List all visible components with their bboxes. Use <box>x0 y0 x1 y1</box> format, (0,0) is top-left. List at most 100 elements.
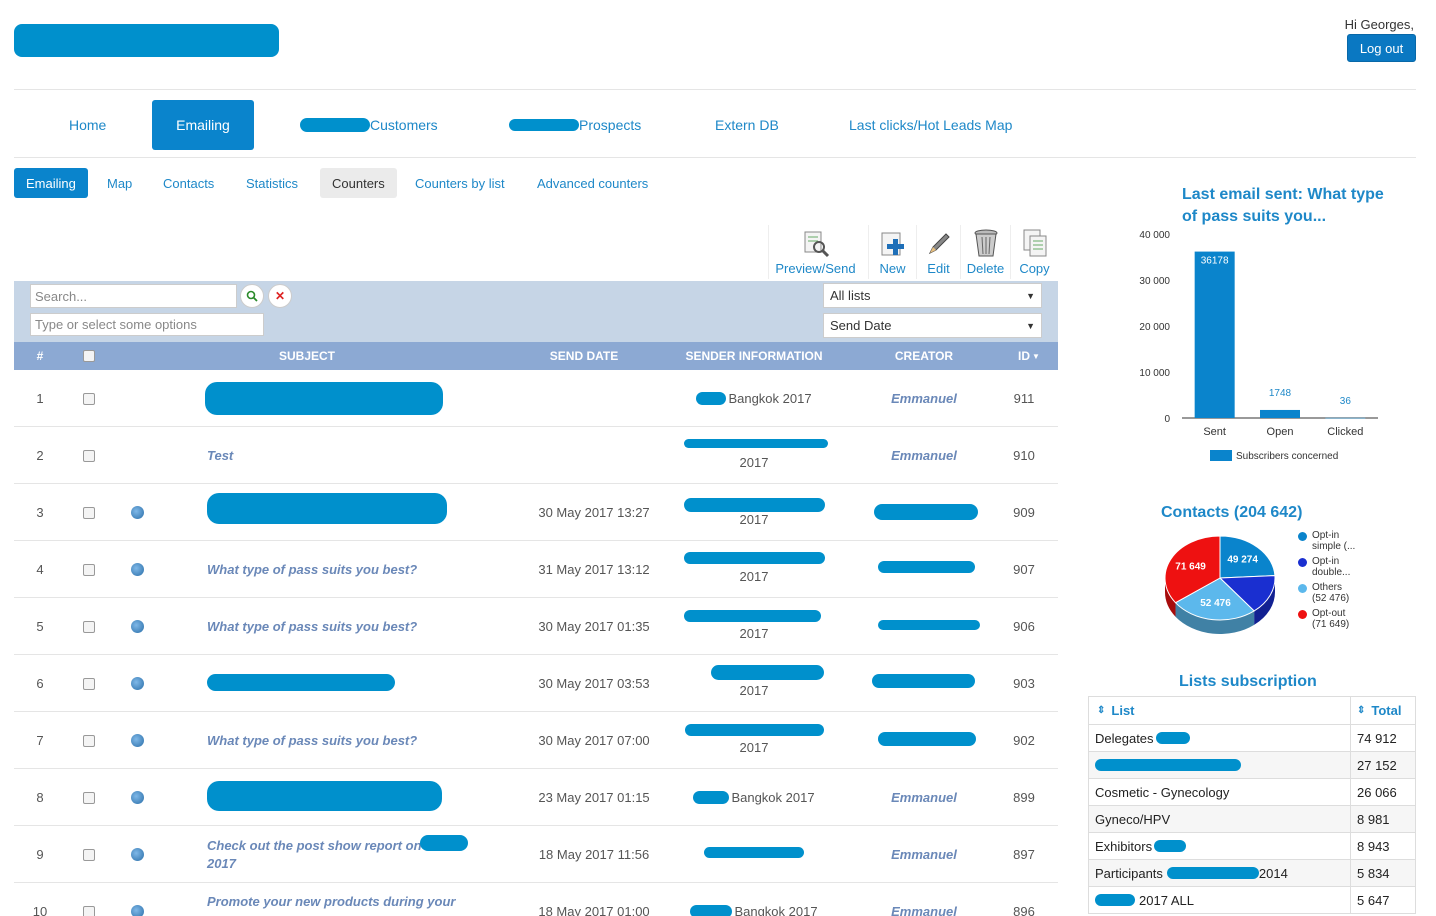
col-list[interactable]: ⇕ List <box>1089 697 1351 724</box>
select-all-checkbox[interactable] <box>82 342 96 370</box>
nav-customers[interactable]: Customers <box>300 100 438 150</box>
subject-link[interactable]: What type of pass suits you best? <box>207 712 507 769</box>
list-row[interactable]: Gyneco/HPV 8 981 <box>1089 805 1415 832</box>
nav-last-clicks[interactable]: Last clicks/Hot Leads Map <box>849 100 1012 150</box>
new-button[interactable]: New <box>868 225 916 279</box>
search-input[interactable]: Search... <box>30 284 237 308</box>
nav-extern-db[interactable]: Extern DB <box>715 100 779 150</box>
legend-item[interactable]: Opt-out (71 649) <box>1298 608 1418 630</box>
edit-button[interactable]: Edit <box>916 225 960 279</box>
redacted <box>207 674 395 691</box>
row-checkbox[interactable] <box>82 427 96 484</box>
row-checkbox[interactable] <box>82 541 96 598</box>
copy-button[interactable]: Copy <box>1010 225 1058 279</box>
subject-link[interactable]: Promote your new products during your <box>207 883 507 916</box>
creator: Emmanuel <box>891 847 957 862</box>
tab-contacts[interactable]: Contacts <box>151 168 226 198</box>
send-date: 18 May 2017 11:56 <box>538 847 650 862</box>
preview-send-button[interactable]: Preview/Send <box>768 225 862 279</box>
subject-link[interactable]: Test <box>207 427 507 484</box>
send-date: 23 May 2017 01:15 <box>538 790 650 805</box>
tab-counters[interactable]: Counters <box>320 168 397 198</box>
legend-label: (71 649) <box>1312 619 1350 630</box>
row-checkbox[interactable] <box>82 826 96 883</box>
legend-label: Opt-out <box>1312 608 1346 619</box>
nav-prospects[interactable]: Prospects <box>509 100 641 150</box>
table-row[interactable]: 1 Bangkok 2017 Emmanuel 911 <box>14 370 1058 427</box>
tab-advanced-counters[interactable]: Advanced counters <box>525 168 660 198</box>
sort-select[interactable]: Send Date ▼ <box>823 313 1042 338</box>
legend-item[interactable]: Others (52 476) <box>1298 582 1418 604</box>
globe-icon <box>129 484 145 541</box>
redacted <box>1166 867 1259 879</box>
table-row[interactable]: 4 What type of pass suits you best? 31 M… <box>14 541 1058 598</box>
legend-item[interactable]: Opt-in simple (... <box>1298 530 1418 552</box>
send-date: 30 May 2017 01:35 <box>538 619 650 634</box>
clear-button[interactable]: ✕ <box>268 284 292 308</box>
col-total[interactable]: ⇕ Total <box>1351 697 1415 724</box>
legend-dot <box>1298 532 1307 541</box>
lists-table: ⇕ List ⇕ Total Delegates 74 912 27 152 Cos… <box>1088 696 1416 914</box>
options-input[interactable]: Type or select some options <box>30 313 264 336</box>
row-id: 909 <box>1013 505 1035 520</box>
sender-info: Bangkok 2017 <box>674 769 834 826</box>
table-row[interactable]: 8 23 May 2017 01:15 Bangkok 2017 Emmanue… <box>14 769 1058 826</box>
list-row[interactable]: Participants 2014 5 834 <box>1089 859 1415 886</box>
preview-icon <box>804 231 829 258</box>
list-row[interactable]: Exhibitors 8 943 <box>1089 832 1415 859</box>
row-checkbox[interactable] <box>82 769 96 826</box>
table-row[interactable]: 5 What type of pass suits you best? 30 M… <box>14 598 1058 655</box>
table-row[interactable]: 10 Promote your new products during your… <box>14 883 1058 916</box>
row-checkbox[interactable] <box>82 712 96 769</box>
table-row[interactable]: 3 30 May 2017 13:27 2017 909 <box>14 484 1058 541</box>
list-row[interactable]: 27 152 <box>1089 751 1415 778</box>
globe-icon <box>129 826 145 883</box>
row-checkbox[interactable] <box>82 655 96 712</box>
delete-button[interactable]: Delete <box>960 225 1010 279</box>
col-id[interactable]: ID ▼ <box>1004 342 1054 370</box>
list-row[interactable]: Cosmetic - Gynecology 26 066 <box>1089 778 1415 805</box>
list-total: 27 152 <box>1357 757 1397 773</box>
tab-map[interactable]: Map <box>95 168 144 198</box>
lists-table-header: ⇕ List ⇕ Total <box>1089 697 1415 724</box>
col-send-date[interactable]: SEND DATE <box>519 342 649 370</box>
col-subject[interactable]: SUBJECT <box>207 342 407 370</box>
row-checkbox[interactable] <box>82 484 96 541</box>
x-tick-label: Clicked <box>1327 426 1363 438</box>
subject-link[interactable]: What type of pass suits you best? <box>207 541 507 598</box>
row-id: 910 <box>1013 448 1035 463</box>
sender-text: 2017 <box>739 740 769 755</box>
table-row[interactable]: 2 Test 2017 Emmanuel 910 <box>14 427 1058 484</box>
lists-select[interactable]: All lists ▼ <box>823 283 1042 308</box>
tab-emailing[interactable]: Emailing <box>14 168 88 198</box>
nav-home[interactable]: Home <box>69 100 106 150</box>
row-checkbox[interactable] <box>82 883 96 916</box>
row-checkbox[interactable] <box>82 598 96 655</box>
list-name: Gyneco/HPV <box>1089 806 1351 832</box>
globe-icon <box>129 655 145 712</box>
subject-link[interactable]: Check out the post show report on 2017 <box>207 826 427 883</box>
list-row[interactable]: 2017 ALL 5 647 <box>1089 886 1415 913</box>
globe-icon <box>129 769 145 826</box>
nav-emailing[interactable]: Emailing <box>152 100 254 150</box>
creator: Emmanuel <box>891 790 957 805</box>
legend-item[interactable]: Opt-in double... <box>1298 556 1418 578</box>
logout-button[interactable]: Log out <box>1347 34 1416 62</box>
table-row[interactable]: 6 30 May 2017 03:53 2017 903 <box>14 655 1058 712</box>
globe-icon <box>129 541 145 598</box>
tab-counters-by-list[interactable]: Counters by list <box>403 168 517 198</box>
row-id: 897 <box>1013 847 1035 862</box>
search-button[interactable] <box>240 284 264 308</box>
subject-link[interactable]: What type of pass suits you best? <box>207 598 507 655</box>
table-row[interactable]: 7 What type of pass suits you best? 30 M… <box>14 712 1058 769</box>
table-row[interactable]: 9 Check out the post show report on 2017… <box>14 826 1058 883</box>
list-row[interactable]: Delegates 74 912 <box>1089 724 1415 751</box>
legend-dot <box>1298 610 1307 619</box>
filter-bar: Search... ✕ Type or select some options … <box>14 281 1058 342</box>
redacted <box>1155 732 1190 744</box>
row-checkbox[interactable] <box>82 370 96 427</box>
tab-statistics[interactable]: Statistics <box>234 168 310 198</box>
col-sender[interactable]: SENDER INFORMATION <box>674 342 834 370</box>
col-creator[interactable]: CREATOR <box>854 342 994 370</box>
preview-send-label: Preview/Send <box>775 261 856 276</box>
